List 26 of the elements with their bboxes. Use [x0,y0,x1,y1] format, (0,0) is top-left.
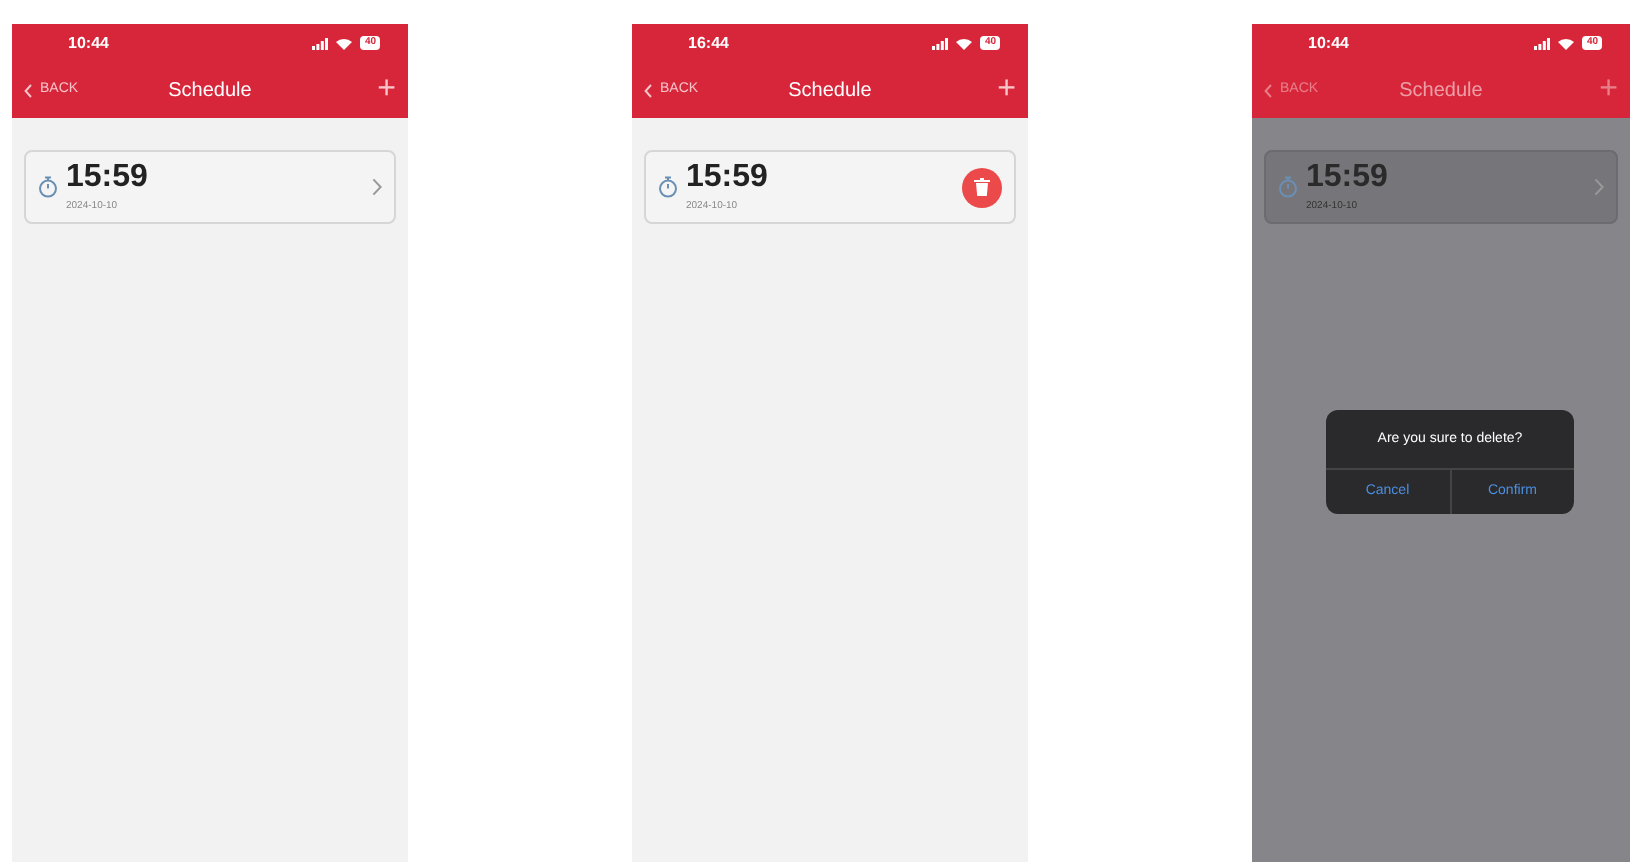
page-title: Schedule [788,77,872,105]
trash-icon [974,178,990,196]
back-chevron-icon [24,83,32,97]
add-button[interactable]: + [997,74,1016,106]
wifi-icon [956,37,973,49]
page-title: Schedule [1399,77,1483,105]
stopwatch-icon [1278,176,1298,198]
add-button[interactable]: + [1599,74,1618,106]
signal-icon [312,37,329,49]
signal-icon [1534,37,1551,49]
delete-button[interactable] [962,167,1002,207]
status-time: 16:44 [688,31,729,55]
status-time: 10:44 [68,31,109,55]
wifi-icon [1558,37,1575,49]
stopwatch-icon [658,176,678,198]
schedule-time: 15:59 [66,162,148,194]
schedule-time: 15:59 [686,162,768,194]
status-time: 10:44 [1308,31,1349,55]
back-chevron-icon [644,83,652,97]
page-title: Schedule [168,77,252,105]
stopwatch-icon [38,176,58,198]
back-chevron-icon [1264,83,1272,97]
schedule-time: 15:59 [1306,162,1388,194]
signal-icon [932,37,949,49]
add-button[interactable]: + [377,74,396,106]
wifi-icon [336,37,353,49]
